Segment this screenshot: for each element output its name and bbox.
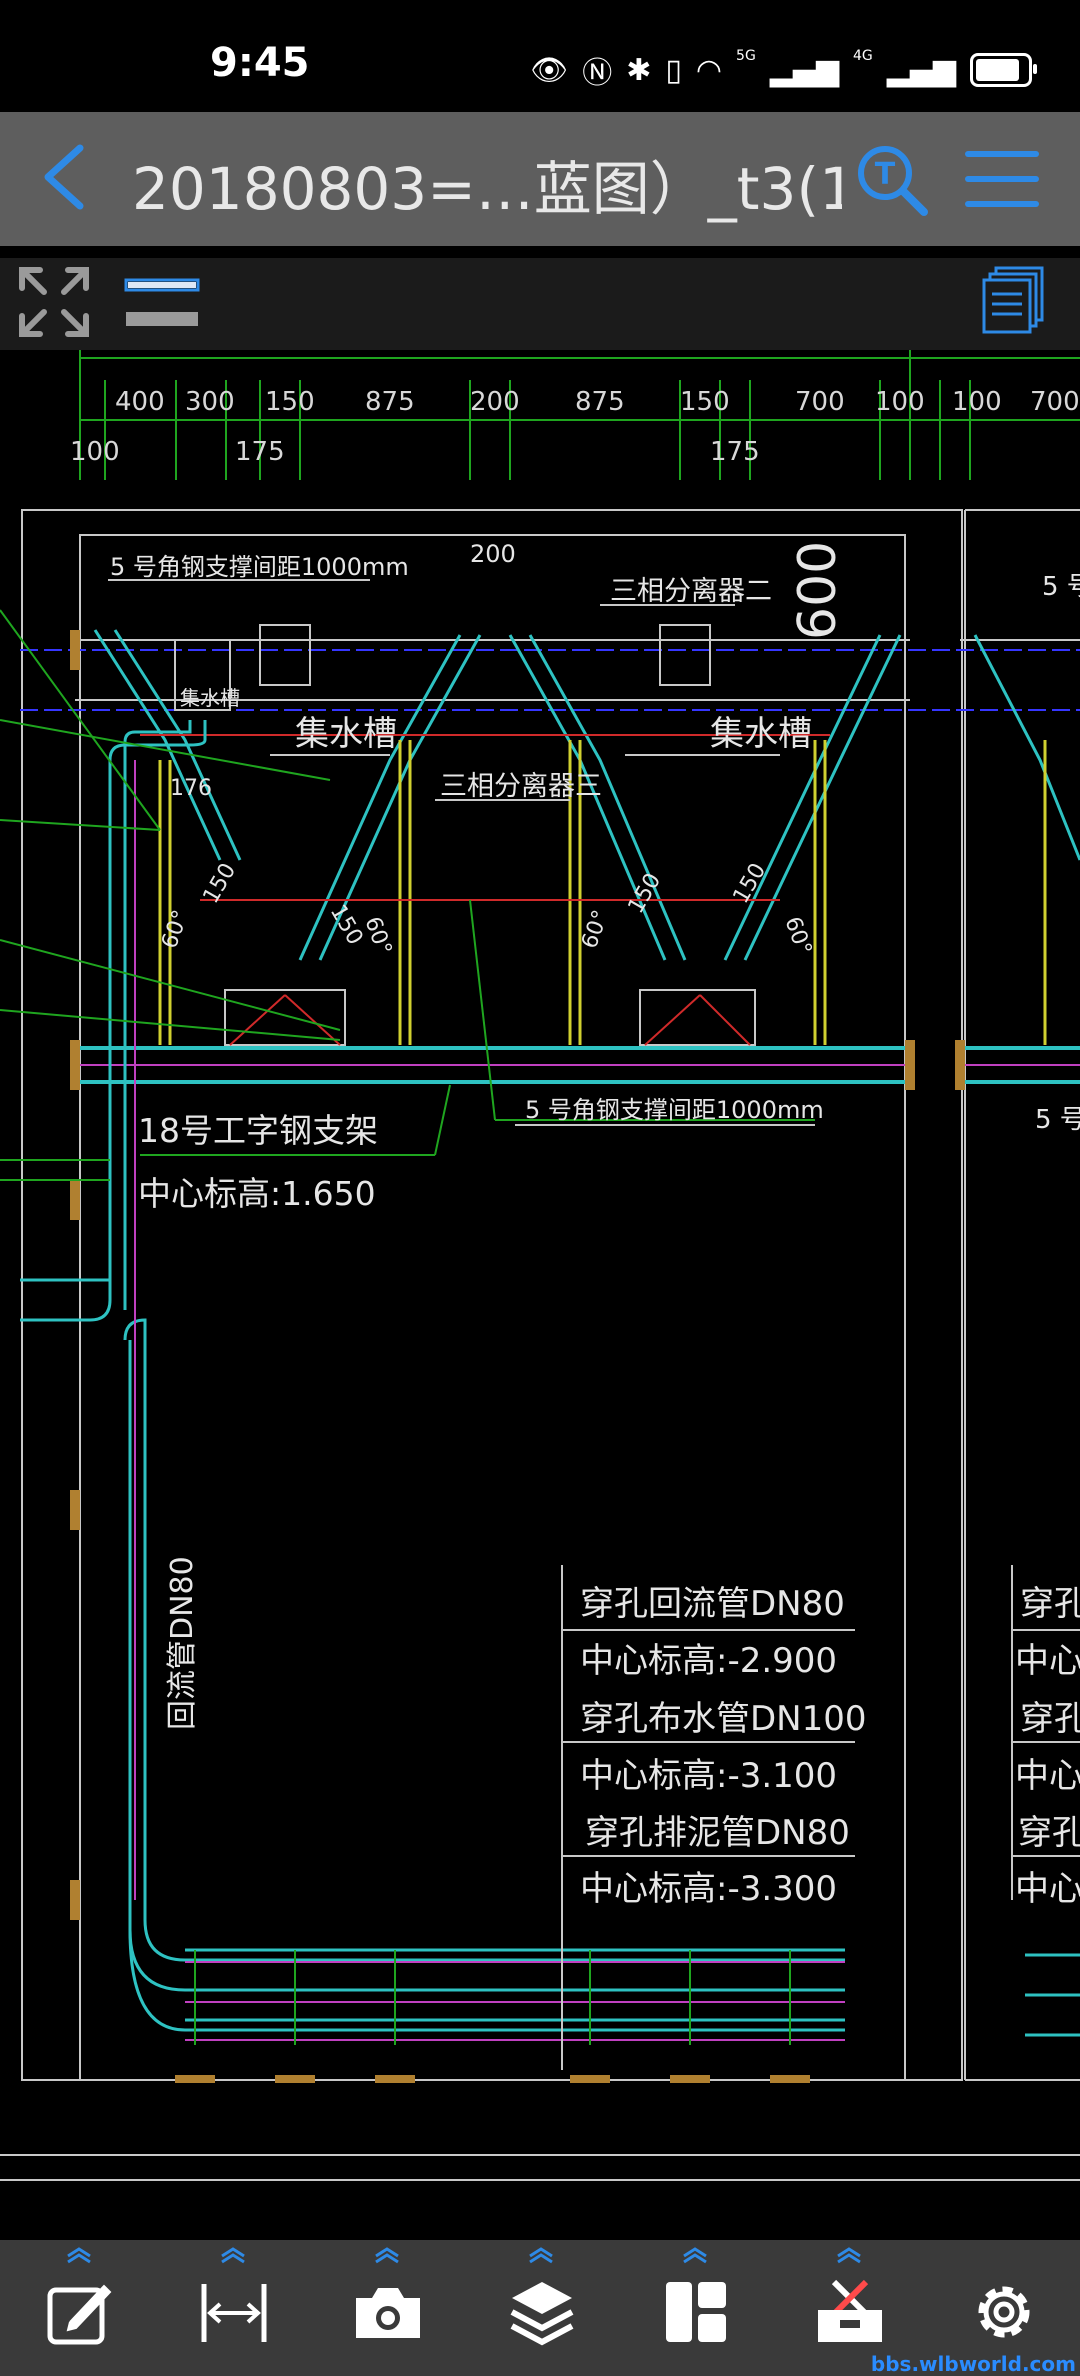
label-right-5: 5 号: [1042, 572, 1080, 602]
gear-icon: [978, 2286, 1030, 2338]
label-return-pipe: 回流管DN80: [165, 1556, 200, 1730]
cad-drawing-canvas[interactable]: 4200 300 400 300 150 875 200 875 150 700…: [0, 350, 1080, 2240]
dim-row1-5: 875: [575, 387, 625, 417]
table-right-4: 穿孔排: [1018, 1813, 1080, 1853]
dim-row1-3: 875: [365, 387, 415, 417]
network-5g-label: 5G: [736, 48, 756, 64]
dim-row1-6: 150: [680, 387, 730, 417]
toolbox-icon: [818, 2279, 882, 2342]
camera-icon: [356, 2288, 420, 2338]
bottom-toolbar: bbs.wlbworld.com: [0, 2240, 1080, 2376]
dim-row1-2: 150: [265, 387, 315, 417]
menu-icon[interactable]: [964, 146, 1040, 212]
dim-row1-0: 400: [115, 387, 165, 417]
table-right-5: 中心标: [1015, 1869, 1080, 1909]
signal-icon: ▂▄▆: [769, 52, 840, 88]
label-collector-right: 集水槽: [710, 714, 812, 754]
camera-button[interactable]: [332, 2240, 442, 2376]
table-right-0: 穿孔回: [1020, 1584, 1080, 1624]
label-angle-steel-bottom: 5 号角钢支撑间距1000mm: [525, 1096, 824, 1124]
vibrate-icon: ▯: [665, 52, 682, 88]
layers-icon: [510, 2282, 574, 2346]
chevron-up-icon: [529, 2247, 553, 2264]
label-d176: 176: [170, 776, 212, 801]
dim-side: 300: [915, 350, 965, 352]
fullscreen-icon[interactable]: [18, 266, 90, 338]
signal-icon-2: ▂▄▆: [886, 52, 956, 88]
dim-row1-9: 100: [952, 387, 1002, 417]
chevron-up-icon: [837, 2247, 861, 2264]
table-row-4: 穿孔排泥管DN80: [585, 1813, 850, 1853]
dim-row2-1: 175: [235, 437, 285, 467]
bluetooth-icon: ✱: [626, 52, 652, 88]
label-collector-small: 集水槽: [180, 686, 240, 710]
network-4g-label: 4G: [853, 48, 873, 64]
label-ibeam: 18号工字钢支架: [138, 1111, 378, 1150]
status-icons: 👁 Ⓝ ✱ ▯ ◠ 5G ▂▄▆ 4G ▂▄▆: [530, 48, 1037, 92]
sheets-icon[interactable]: [980, 266, 1046, 336]
label-angle-steel-top: 5 号角钢支撑间距1000mm: [110, 553, 409, 581]
layout-icon: [666, 2282, 726, 2342]
nfc-icon: Ⓝ: [582, 56, 613, 91]
watermark: bbs.wlbworld.com: [870, 2352, 1076, 2376]
table-right-2: 穿孔布: [1020, 1699, 1080, 1739]
clock: 9:45: [210, 40, 310, 86]
label-dim600: 600: [788, 541, 848, 640]
table-right-1: 中心标: [1015, 1641, 1080, 1681]
chevron-up-icon: [375, 2247, 399, 2264]
layout-button[interactable]: [640, 2240, 750, 2376]
dim-total: 4200: [465, 350, 531, 352]
table-row-1: 中心标高:-2.900: [580, 1641, 837, 1681]
layers-button[interactable]: [486, 2240, 596, 2376]
measure-icon: [201, 2284, 267, 2342]
title-bar: 20180803=…蓝图）_t3(1) T: [0, 112, 1080, 246]
status-bar: 9:45 👁 Ⓝ ✱ ▯ ◠ 5G ▂▄▆ 4G ▂▄▆: [0, 0, 1080, 112]
measure-button[interactable]: [178, 2240, 288, 2376]
line-color-icon[interactable]: [124, 272, 200, 332]
label-collector-left: 集水槽: [295, 714, 397, 754]
wifi-icon: ◠: [695, 52, 723, 88]
view-toolbar: [0, 258, 1080, 350]
label-center-elev: 中心标高:1.650: [138, 1174, 376, 1213]
svg-text:T: T: [875, 157, 896, 192]
document-title: 20180803=…蓝图）_t3(1): [132, 155, 842, 223]
dim-row2-2: 175: [710, 437, 760, 467]
table-right-3: 中心标: [1015, 1756, 1080, 1796]
table-row-3: 中心标高:-3.100: [580, 1756, 837, 1796]
chevron-up-icon: [67, 2247, 91, 2264]
table-row-5: 中心标高:-3.300: [580, 1869, 837, 1909]
battery-icon: [970, 53, 1037, 87]
search-text-icon[interactable]: T: [852, 140, 932, 220]
label-separator2: 三相分离器二: [610, 576, 772, 607]
edit-icon: [47, 2284, 112, 2345]
dim-row1-10: 700: [1030, 387, 1080, 417]
table-row-2: 穿孔布水管DN100: [580, 1699, 867, 1739]
chevron-up-icon: [221, 2247, 245, 2264]
back-icon[interactable]: [36, 142, 96, 212]
edit-button[interactable]: [24, 2240, 134, 2376]
label-dim200: 200: [470, 540, 516, 568]
dim-row1-1: 300: [185, 387, 235, 417]
eye-icon: 👁: [530, 52, 569, 88]
dim-row2-0: 100: [70, 437, 120, 467]
label-separator3: 三相分离器三: [440, 771, 602, 802]
dim-row1-7: 700: [795, 387, 845, 417]
dim-row1-4: 200: [470, 387, 520, 417]
table-row-0: 穿孔回流管DN80: [580, 1584, 845, 1624]
dim-row1-8: 100: [875, 387, 925, 417]
label-right-5b: 5 号: [1035, 1105, 1080, 1135]
chevron-up-icon: [683, 2247, 707, 2264]
